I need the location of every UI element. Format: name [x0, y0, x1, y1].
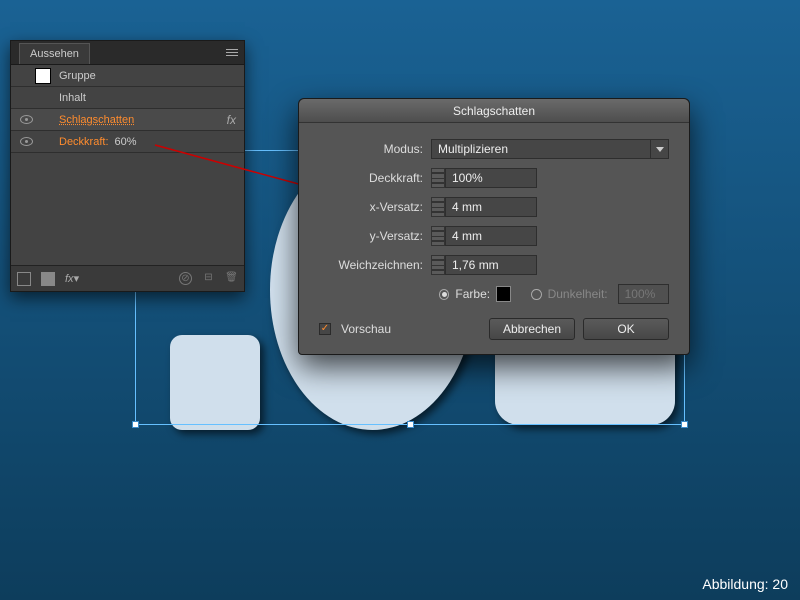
cancel-button[interactable]: Abbrechen	[489, 318, 575, 340]
darkness-input: 100%	[618, 284, 669, 304]
yoffset-label: y-Versatz:	[319, 229, 431, 243]
row-label: Schlagschatten	[59, 114, 227, 126]
thumbnail-swatch	[35, 68, 51, 84]
visibility-toggle[interactable]	[17, 115, 35, 124]
selection-handle[interactable]	[132, 421, 139, 428]
blur-label: Weichzeichnen:	[319, 258, 431, 272]
new-fill-icon[interactable]	[41, 272, 55, 286]
fx-icon[interactable]: fx	[227, 113, 236, 127]
appearance-row-content[interactable]: Inhalt	[11, 87, 244, 109]
radio-color[interactable]	[439, 289, 449, 300]
opacity-stepper[interactable]	[431, 168, 445, 188]
opacity-label: Deckkraft:	[59, 136, 109, 148]
xoffset-stepper[interactable]	[431, 197, 445, 217]
ok-button[interactable]: OK	[583, 318, 669, 340]
field-yoffset: y-Versatz: 4 mm	[319, 226, 669, 246]
row-label: Inhalt	[59, 92, 238, 104]
selection-handle[interactable]	[407, 421, 414, 428]
panel-menu-icon[interactable]	[224, 45, 240, 59]
dialog-body: Modus: Multiplizieren Deckkraft: 100% x-…	[299, 123, 689, 354]
xoffset-label: x-Versatz:	[319, 200, 431, 214]
color-label: Farbe:	[455, 287, 490, 301]
mode-value: Multiplizieren	[431, 139, 651, 159]
eye-icon	[20, 137, 33, 146]
panel-footer: fx▾ ⊘ ⊟ 🗑	[11, 265, 244, 291]
dialog-bottom: ✓ Vorschau Abbrechen OK	[319, 318, 669, 340]
darkness-label: Dunkelheit:	[548, 287, 608, 301]
chevron-down-icon[interactable]	[651, 139, 669, 159]
mode-select[interactable]: Multiplizieren	[431, 139, 669, 159]
field-mode: Modus: Multiplizieren	[319, 139, 669, 159]
clear-appearance-icon[interactable]: ⊘	[179, 272, 192, 285]
panel-tab-bar[interactable]: Aussehen	[11, 41, 244, 65]
appearance-row-dropshadow[interactable]: Schlagschatten fx	[11, 109, 244, 131]
add-effect-icon[interactable]: fx▾	[65, 272, 79, 285]
appearance-row-opacity[interactable]: Deckkraft: 60%	[11, 131, 244, 153]
eye-icon	[20, 115, 33, 124]
appearance-row-group[interactable]: Gruppe	[11, 65, 244, 87]
blur-stepper[interactable]	[431, 255, 445, 275]
dialog-title[interactable]: Schlagschatten	[299, 99, 689, 123]
preview-checkbox[interactable]: ✓	[319, 323, 331, 335]
preview-label: Vorschau	[341, 322, 391, 336]
xoffset-input[interactable]: 4 mm	[445, 197, 537, 217]
opacity-value: 60%	[115, 136, 137, 148]
color-swatch[interactable]	[496, 286, 511, 302]
field-opacity: Deckkraft: 100%	[319, 168, 669, 188]
color-mode-radios: Farbe: Dunkelheit: 100%	[439, 284, 669, 304]
panel-body: Gruppe Inhalt Schlagschatten fx Deckkraf…	[11, 65, 244, 265]
figure-caption: Abbildung: 20	[702, 576, 788, 592]
yoffset-input[interactable]: 4 mm	[445, 226, 537, 246]
selection-handle[interactable]	[681, 421, 688, 428]
appearance-panel: Aussehen Gruppe Inhalt Schlagschatten fx…	[10, 40, 245, 292]
mode-label: Modus:	[319, 142, 431, 156]
opacity-label: Deckkraft:	[319, 171, 431, 185]
field-xoffset: x-Versatz: 4 mm	[319, 197, 669, 217]
blur-input[interactable]: 1,76 mm	[445, 255, 537, 275]
duplicate-item-icon[interactable]: ⊟	[202, 272, 215, 285]
opacity-input[interactable]: 100%	[445, 168, 537, 188]
dropshadow-dialog: Schlagschatten Modus: Multiplizieren Dec…	[298, 98, 690, 355]
yoffset-stepper[interactable]	[431, 226, 445, 246]
visibility-toggle[interactable]	[17, 137, 35, 146]
row-label: Gruppe	[59, 70, 238, 82]
radio-darkness[interactable]	[531, 289, 541, 300]
field-blur: Weichzeichnen: 1,76 mm	[319, 255, 669, 275]
panel-tab-appearance[interactable]: Aussehen	[19, 43, 90, 64]
delete-item-icon[interactable]: 🗑	[225, 272, 238, 285]
new-stroke-icon[interactable]	[17, 272, 31, 286]
